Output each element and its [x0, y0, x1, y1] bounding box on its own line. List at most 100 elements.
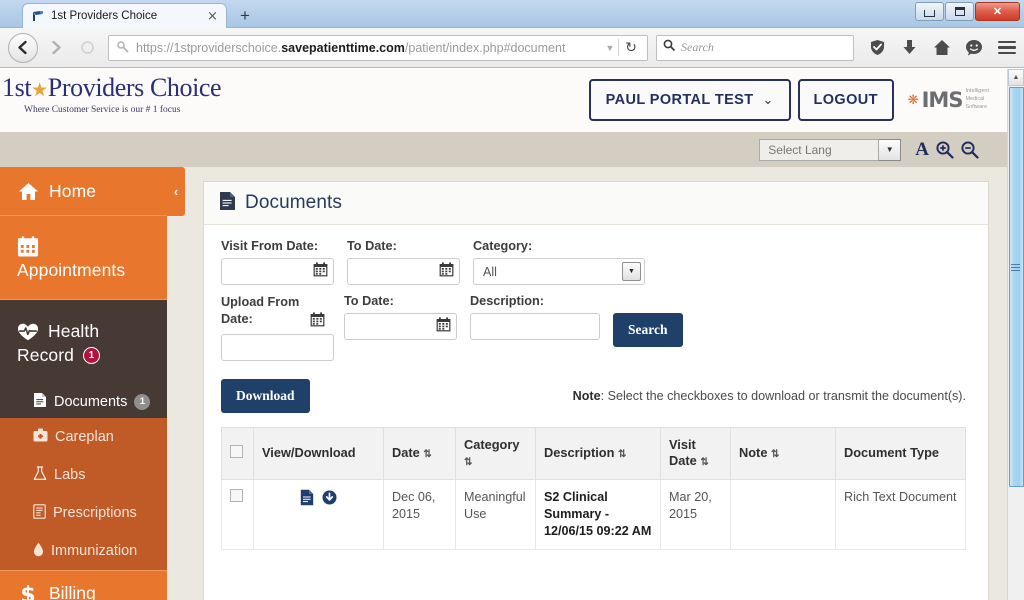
search-button[interactable]: Search	[613, 313, 683, 347]
scroll-up-button[interactable]: ▲	[1008, 69, 1024, 86]
column-visit-date[interactable]: Visit Date ⇅	[660, 426, 731, 481]
svg-text:$: $	[21, 583, 35, 600]
page-viewport: 1st★Providers Choice Where Customer Serv…	[0, 69, 1024, 600]
chevron-down-icon[interactable]: ▼	[622, 262, 641, 281]
droplet-icon	[33, 542, 44, 561]
sidebar-item-home[interactable]: Home	[0, 167, 167, 216]
description-input[interactable]	[470, 313, 600, 340]
calendar-icon[interactable]	[439, 261, 454, 282]
language-select-arrow-icon[interactable]: ▼	[879, 138, 902, 161]
zoom-out-icon[interactable]	[960, 140, 979, 159]
visit-to-date-input[interactable]	[347, 258, 460, 285]
action-bar: Download Note: Select the checkboxes to …	[204, 361, 988, 427]
upload-to-date-input[interactable]	[344, 313, 457, 340]
ims-tagline-1: Intelligent	[965, 88, 989, 95]
column-description[interactable]: Description ⇅	[535, 426, 661, 481]
close-window-button[interactable]: ✕	[975, 2, 1020, 21]
user-menu-button[interactable]: PAUL PORTAL TEST ⌄	[588, 79, 791, 121]
table-row[interactable]: Dec 06, 2015 Meaningful Use S2 Clinical …	[221, 479, 966, 551]
visit-from-date-label: Visit From Date:	[221, 239, 319, 253]
sidebar-item-label-home: Home	[49, 180, 97, 201]
forward-button[interactable]	[40, 33, 70, 63]
browser-tab[interactable]: 1st Providers Choice ×	[22, 3, 227, 28]
browser-search-box[interactable]: Search	[656, 34, 854, 61]
logout-button[interactable]: LOGOUT	[797, 79, 894, 121]
calendar-icon[interactable]	[436, 316, 451, 337]
maximize-button[interactable]	[945, 2, 974, 21]
upload-from-date-input[interactable]	[221, 334, 334, 361]
font-size-label[interactable]: A	[915, 139, 929, 161]
zoom-in-icon[interactable]	[935, 140, 954, 159]
home-icon[interactable]	[932, 38, 951, 57]
sidebar-item-documents[interactable]: Documents 1	[0, 385, 167, 418]
download-circle-icon[interactable]	[322, 490, 337, 510]
download-button[interactable]: Download	[221, 379, 310, 413]
reload-icon[interactable]: ↻	[619, 39, 643, 56]
language-select[interactable]: Select Lang	[759, 138, 880, 161]
column-view-download: View/Download	[253, 426, 384, 481]
main-content: Documents Visit From Date: To Date: Cate…	[167, 167, 1007, 600]
sidebar-item-billing[interactable]: $ Billing	[0, 570, 167, 600]
downloads-icon[interactable]	[900, 38, 919, 57]
category-select[interactable]: All ▼	[473, 258, 645, 285]
column-label-view-download: View/Download	[262, 445, 356, 461]
scrollbar-thumb[interactable]	[1009, 87, 1024, 487]
briefcase-medical-icon	[33, 428, 48, 446]
window-controls: ✕	[915, 2, 1020, 21]
sidebar: Home ‹ Appointments Health Record 1 Docu…	[0, 167, 185, 600]
sort-icon[interactable]: ⇅	[618, 449, 626, 460]
column-note[interactable]: Note ⇅	[730, 426, 836, 481]
sidebar-item-label-appointments: Appointments	[17, 259, 126, 280]
sort-icon[interactable]: ⇅	[464, 457, 472, 468]
ims-tagline: Intelligent Medical Software	[965, 88, 989, 112]
reload-page-button[interactable]	[72, 33, 102, 63]
logo-part2: Providers Choice	[47, 73, 222, 102]
view-document-icon[interactable]	[300, 489, 314, 511]
back-button[interactable]	[8, 32, 38, 63]
chat-icon[interactable]	[964, 38, 983, 57]
sidebar-item-prescriptions[interactable]: Prescriptions	[0, 494, 167, 532]
health-record-row-2: Record 1	[17, 345, 101, 366]
column-document-type: Document Type	[835, 426, 966, 481]
checkbox-note: Note: Select the checkboxes to download …	[573, 389, 966, 403]
home-icon	[17, 182, 39, 201]
sidebar-collapse-button[interactable]: ‹	[167, 167, 185, 216]
visit-to-date-group: To Date:	[347, 239, 460, 285]
sidebar-item-immunization[interactable]: Immunization	[0, 532, 167, 570]
shield-icon[interactable]	[868, 38, 887, 57]
address-bar[interactable]: https://1stproviderschoice.savepatientti…	[108, 34, 648, 61]
table-header-row: View/Download Date ⇅ Category ⇅ Descript…	[221, 426, 966, 481]
filter-form: Visit From Date: To Date: Category: All …	[204, 225, 988, 361]
new-tab-button[interactable]: +	[232, 5, 258, 27]
calendar-icon[interactable]	[310, 312, 325, 332]
select-all-checkbox[interactable]	[230, 444, 243, 458]
filter-row-1: Visit From Date: To Date: Category: All …	[221, 239, 988, 285]
calendar-icon[interactable]	[313, 261, 328, 282]
sort-icon[interactable]: ⇅	[700, 457, 708, 468]
sort-icon[interactable]: ⇅	[423, 449, 431, 460]
visit-from-date-input[interactable]	[221, 258, 334, 285]
note-prefix: Note	[572, 389, 601, 403]
visit-from-date-group: Visit From Date:	[221, 239, 334, 285]
hamburger-menu-icon[interactable]	[998, 40, 1016, 55]
sort-icon[interactable]: ⇅	[771, 449, 779, 460]
site-logo[interactable]: 1st★Providers Choice Where Customer Serv…	[2, 73, 222, 116]
sidebar-item-careplan[interactable]: Careplan	[0, 418, 167, 456]
column-date[interactable]: Date ⇅	[383, 426, 456, 481]
column-select-all	[221, 426, 254, 481]
heartbeat-icon	[17, 322, 39, 342]
url-history-dropdown-icon[interactable]: ▼	[602, 43, 618, 53]
page-body: Home ‹ Appointments Health Record 1 Docu…	[0, 167, 1007, 600]
sidebar-item-labs[interactable]: Labs	[0, 456, 167, 494]
logo-part1: 1st	[2, 73, 32, 102]
sidebar-item-health-record[interactable]: Health Record 1	[0, 300, 167, 385]
close-tab-icon[interactable]: ×	[205, 9, 220, 24]
minimize-button[interactable]	[915, 2, 944, 21]
url-prefix: https://1stproviderschoice.	[136, 40, 282, 55]
row-checkbox[interactable]	[230, 489, 243, 503]
column-label-category: Category	[464, 437, 520, 452]
sidebar-item-appointments[interactable]: Appointments	[0, 216, 167, 300]
sidebar-item-label-billing: Billing	[49, 583, 96, 600]
browser-scrollbar[interactable]: ▲	[1007, 69, 1024, 600]
column-category[interactable]: Category ⇅	[455, 426, 536, 481]
